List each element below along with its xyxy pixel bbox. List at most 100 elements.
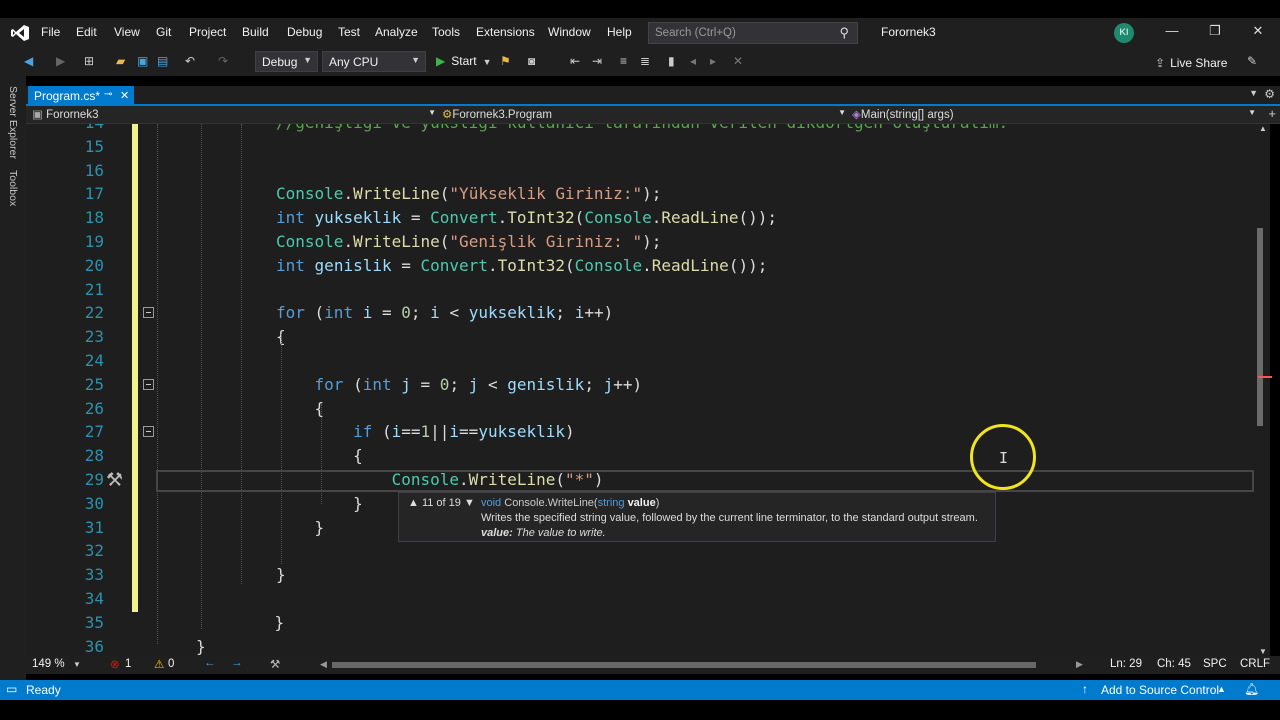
format-right-icon[interactable]: ⇥ [592,54,602,68]
code-line[interactable]: } [276,516,325,540]
previous-issue-icon[interactable]: ← [204,657,216,669]
tab-program-cs[interactable]: Program.cs* ⊸ ✕ [28,86,134,106]
class-dropdown[interactable]: ⚙Forornek3.Program ▼ [442,107,846,123]
chevron-up-icon[interactable]: ▲ [1217,684,1226,694]
horizontal-scroll-thumb[interactable] [332,662,1036,668]
search-box[interactable]: Search (Ctrl+Q) ⚲ [648,22,858,44]
close-tab-icon[interactable]: ✕ [120,89,129,102]
code-line[interactable]: //genişliği ve yüksliği kullanıcı tarafı… [276,124,1008,135]
scroll-up-icon[interactable]: ▲ [1259,124,1267,133]
undo-icon[interactable]: ↶ [185,54,195,68]
avatar[interactable]: KI [1114,23,1134,43]
forward-icon[interactable]: ▶ [56,54,65,68]
menu-project[interactable]: Project [189,25,226,39]
close-window-icon[interactable]: ✕ [1248,23,1268,39]
warning-count[interactable]: 0 [168,658,174,670]
code-cleanup-icon[interactable]: ⚒ [270,657,280,671]
line-number: 22 [84,303,104,323]
restore-icon[interactable]: ❐ [1205,23,1225,39]
quick-actions-screwdriver-icon[interactable]: ⚒ [106,469,123,492]
scroll-left-icon[interactable]: ◀ [320,659,327,670]
tab-list-dropdown-icon[interactable]: ▼ [1249,88,1258,98]
code-editor[interactable]: 14 //genişliği ve yüksliği kullanıcı tara… [26,124,1256,656]
add-to-source-control[interactable]: Add to Source Control [1101,683,1219,697]
back-icon[interactable]: ◀ [24,54,33,68]
whitespace-indicator[interactable]: SPC [1203,658,1227,670]
clear-bookmarks-icon[interactable]: ✕ [733,54,743,68]
menu-edit[interactable]: Edit [76,25,97,39]
code-line[interactable]: { [276,397,325,421]
error-count[interactable]: 1 [125,658,131,670]
menu-debug[interactable]: Debug [287,25,322,39]
menu-build[interactable]: Build [242,25,269,39]
settings-gear-icon[interactable]: ⚙ [1264,87,1275,101]
visual-studio-logo-icon [11,25,29,41]
collapse-region-icon[interactable] [143,307,154,319]
chevron-down-icon[interactable]: ▼ [73,660,81,669]
scroll-down-icon[interactable]: ▼ [1259,647,1267,656]
code-line[interactable]: for (int j = 0; j < genislik; j++) [276,373,643,397]
indent-guide [281,334,282,564]
comment-icon[interactable]: ≡ [620,54,627,68]
collapse-region-icon[interactable] [143,378,154,390]
menu-view[interactable]: View [114,25,140,39]
code-line[interactable]: Console.WriteLine("Genişlik Giriniz: "); [276,230,661,254]
menu-extensions[interactable]: Extensions [476,25,535,39]
chevron-down-icon: ▼ [428,108,436,117]
bookmark-icon[interactable]: ▮ [668,54,675,68]
save-all-icon[interactable]: ▤ [157,54,168,68]
code-line[interactable]: int genislik = Convert.ToInt32(Console.R… [276,254,767,278]
menu-tools[interactable]: Tools [432,25,460,39]
open-file-icon[interactable]: ▰ [116,54,125,68]
code-line[interactable]: Console.WriteLine("Yükseklik Giriniz:"); [276,182,661,206]
down-arrow-icon[interactable]: ▼ [464,497,475,509]
uncomment-icon[interactable]: ≣ [640,54,650,68]
format-left-icon[interactable]: ⇤ [570,54,580,68]
member-dropdown[interactable]: ◈Main(string[] args) ▼ [852,107,1256,123]
start-button[interactable]: ▶ Start ▼ [436,54,492,68]
code-line[interactable]: } [276,492,363,516]
code-line[interactable]: } [196,635,206,656]
scroll-right-icon[interactable]: ▶ [1076,659,1083,670]
new-project-icon[interactable]: ⊞ [84,54,94,68]
collapse-region-icon[interactable] [143,426,154,438]
feedback-icon[interactable]: ✎ [1247,54,1257,68]
menu-help[interactable]: Help [607,25,632,39]
toolbox-tab[interactable]: Toolbox [7,170,19,206]
up-arrow-icon[interactable]: ▲ [408,497,419,509]
minimize-icon[interactable]: — [1162,23,1182,38]
menu-git[interactable]: Git [156,25,171,39]
screenshot-icon[interactable]: ◙ [528,54,535,68]
next-issue-icon[interactable]: → [231,657,243,669]
navigation-bar: ▣ Forornek3 ▼ ⚙Forornek3.Program ▼ ◈Main(s… [26,106,1280,124]
code-line[interactable]: { [276,444,363,468]
pin-icon[interactable]: ⊸ [104,89,112,100]
live-share-button[interactable]: ⇪ Live Share [1155,56,1227,70]
menu-test[interactable]: Test [338,25,360,39]
prev-bookmark-icon[interactable]: ◂ [690,54,696,68]
menu-analyze[interactable]: Analyze [375,25,418,39]
zoom-level[interactable]: 149 % [32,658,65,670]
project-dropdown[interactable]: ▣ Forornek3 ▼ [32,107,436,123]
save-icon[interactable]: ▣ [137,54,148,68]
notifications-icon[interactable]: 🔔︎ [1244,682,1259,696]
code-line[interactable]: int yukseklik = Convert.ToInt32(Console.… [276,206,777,230]
code-line[interactable]: for (int i = 0; i < yukseklik; i++) [276,301,613,325]
menu-window[interactable]: Window [548,25,591,39]
server-explorer-tab[interactable]: Server Explorer [7,86,19,159]
indent-guide [157,124,158,644]
redo-icon[interactable]: ↷ [218,54,228,68]
tab-label: Program.cs* [34,89,101,103]
line-ending-indicator[interactable]: CRLF [1240,658,1270,670]
hot-reload-icon[interactable]: ⚑ [500,54,511,68]
vertical-scroll-thumb[interactable] [1257,228,1263,426]
column-indicator: Ch: 45 [1157,658,1191,670]
code-line[interactable]: } [276,563,286,587]
next-bookmark-icon[interactable]: ▸ [710,54,716,68]
overload-navigator[interactable]: ▲ 11 of 19 ▼ [408,497,475,509]
platform-select[interactable]: Any CPU ▼ [322,51,426,72]
menu-file[interactable]: File [41,25,60,39]
code-line[interactable]: } [236,611,285,635]
split-add-icon[interactable]: + [1268,106,1276,121]
configuration-select[interactable]: Debug ▼ [255,51,318,72]
